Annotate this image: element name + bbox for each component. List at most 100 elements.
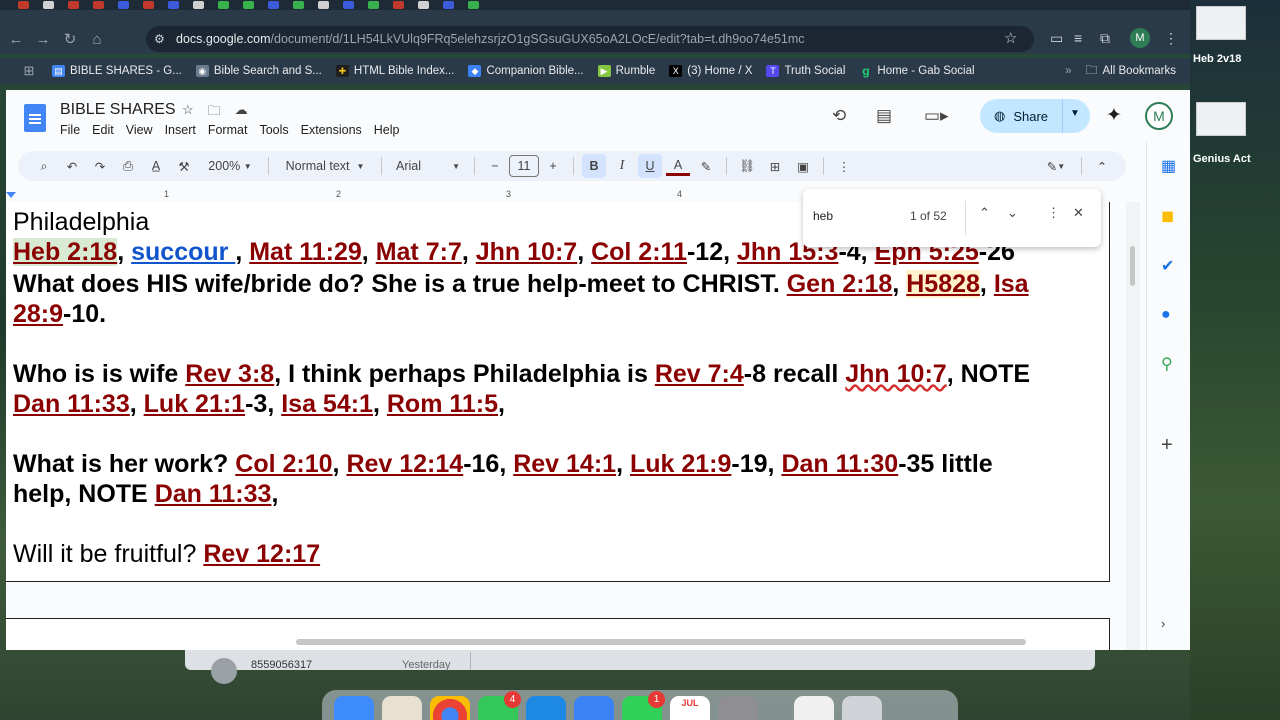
strongs-link[interactable]: succour [131,238,235,266]
finder-icon[interactable] [334,696,374,720]
menu-file[interactable]: File [60,123,80,137]
chrome-icon[interactable] [430,696,470,720]
bookmark-item[interactable]: X (3) Home / X [669,65,752,77]
tab-favicon[interactable] [343,1,354,9]
maps-icon[interactable]: ⚲ [1161,354,1173,374]
scripture-link[interactable]: Jhn 10:7 [845,360,946,388]
meet-icon[interactable]: ▭▸ [924,106,949,126]
comments-icon[interactable]: ▤ [876,106,892,126]
cast-icon[interactable]: ▭ [1050,30,1063,47]
collapse-menus-icon[interactable]: ⌃ [1090,154,1114,178]
zoom-select[interactable]: 200% ▼ [200,154,260,178]
media-controls-icon[interactable]: ≡ [1074,30,1082,46]
mail-icon[interactable] [526,696,566,720]
scripture-link[interactable]: Luk 21:9 [630,450,731,478]
print-icon[interactable]: ⎙ [116,154,140,178]
bookmarks-overflow-icon[interactable]: » [1065,65,1071,77]
tab-favicon[interactable] [193,1,204,9]
scripture-link[interactable]: Isa 54:1 [281,390,373,418]
menu-extensions[interactable]: Extensions [301,123,362,137]
bookmark-item[interactable]: g Home - Gab Social [859,64,974,78]
calendar-icon[interactable]: ▦ [1161,156,1176,176]
expand-panel-icon[interactable]: › [1161,616,1165,631]
tab-favicon[interactable] [468,1,479,9]
find-options-icon[interactable]: ⋮ [1047,205,1060,221]
undo-icon[interactable]: ↶ [60,154,84,178]
tab-favicon[interactable] [93,1,104,9]
menu-help[interactable]: Help [374,123,400,137]
contacts-icon[interactable]: ● [1161,306,1171,324]
tab-favicon[interactable] [43,1,54,9]
scripture-link[interactable]: Jhn 10:7 [476,238,577,266]
redo-icon[interactable]: ↷ [88,154,112,178]
reload-icon[interactable]: ↻ [59,28,81,50]
insert-link-icon[interactable]: ⛓ [735,154,759,178]
tab-favicon[interactable] [143,1,154,9]
tab-favicon[interactable] [168,1,179,9]
scripture-link[interactable]: Rev 12:14 [346,450,463,478]
browser-profile-avatar[interactable]: M [1130,28,1150,48]
scripture-link[interactable]: Gen 2:18 [787,270,893,298]
scripture-link[interactable]: Dan 11:33 [13,390,130,418]
site-info-icon[interactable]: ⚙ [154,32,165,46]
underline-icon[interactable]: U [638,154,662,178]
calendar-app-icon[interactable]: JUL [670,696,710,720]
more-options-icon[interactable]: ⋮ [832,154,856,178]
vertical-scroll-thumb[interactable] [1130,246,1135,286]
messages-icon[interactable]: 4 [478,691,521,720]
find-input[interactable]: heb [813,209,833,223]
tab-favicon[interactable] [18,1,29,9]
scripture-link[interactable]: Mat 7:7 [376,238,462,266]
bookmark-item[interactable]: ✚ HTML Bible Index... [335,65,454,77]
menu-tools[interactable]: Tools [259,123,288,137]
bookmark-star-icon[interactable]: ☆ [1004,29,1017,47]
scripture-link[interactable]: Mat 11:29 [249,238,362,266]
scripture-link[interactable]: Dan 11:33 [155,480,272,508]
apps-grid-icon[interactable]: ⊞ [18,60,40,82]
scripture-link[interactable]: Col 2:10 [235,450,332,478]
tab-favicon[interactable] [418,1,429,9]
spellcheck-icon[interactable]: A̲ [144,154,168,178]
tab-favicon[interactable] [68,1,79,9]
desktop-file-label[interactable]: Genius Act [1193,153,1251,165]
font-size-input[interactable]: 11 [509,155,539,177]
decrease-font-size-icon[interactable]: − [483,154,507,178]
launchpad-icon[interactable] [382,696,422,720]
safari-icon[interactable] [574,696,614,720]
tab-favicon[interactable] [293,1,304,9]
background-window[interactable]: 8559056317 Yesterday [185,650,1095,684]
tab-favicon[interactable] [218,1,229,9]
document-page[interactable]: Philadelphia Heb 2:18, succour , Mat 11:… [6,202,1110,582]
bookmark-item[interactable]: ◉ Bible Search and S... [195,65,322,77]
address-bar[interactable]: ⚙ docs.google.com/document/d/1LH54LkVUlq… [146,26,1034,52]
tab-favicon[interactable] [368,1,379,9]
trash-icon[interactable] [842,696,882,720]
browser-tab-strip[interactable] [0,0,1190,10]
cloud-saved-icon[interactable]: ☁ [235,102,248,124]
scripture-link[interactable]: Luk 21:1 [144,390,245,418]
bookmark-item[interactable]: ◆ Companion Bible... [468,65,584,77]
search-menus-icon[interactable]: ⌕ [32,154,56,178]
scripture-link[interactable]: Rev 12:17 [203,540,320,568]
indent-marker-icon[interactable] [6,192,16,198]
menu-format[interactable]: Format [208,123,248,137]
paint-format-icon[interactable]: ⚒ [172,154,196,178]
style-select[interactable]: Normal text ▼ [277,154,373,178]
tab-favicon[interactable] [393,1,404,9]
scripture-link[interactable]: Rom 11:5 [387,390,498,418]
facetime-icon[interactable]: 1 [622,691,665,720]
text-color-icon[interactable]: A [666,156,690,176]
desktop-file-label[interactable]: Heb 2v18 [1193,53,1241,65]
system-settings-icon[interactable] [718,696,758,720]
tasks-icon[interactable]: ✔ [1161,256,1174,276]
home-icon[interactable]: ⌂ [86,28,108,50]
keep-icon[interactable]: ◼ [1161,206,1174,226]
highlight-color-icon[interactable]: ✎ [694,154,718,178]
add-addon-icon[interactable]: + [1161,434,1173,457]
document-title[interactable]: BIBLE SHARES [60,101,176,119]
increase-font-size-icon[interactable]: + [541,154,565,178]
forward-icon[interactable]: → [32,28,54,50]
italic-icon[interactable]: I [610,154,634,178]
font-select[interactable]: Arial ▼ [390,154,466,178]
menu-view[interactable]: View [126,123,153,137]
